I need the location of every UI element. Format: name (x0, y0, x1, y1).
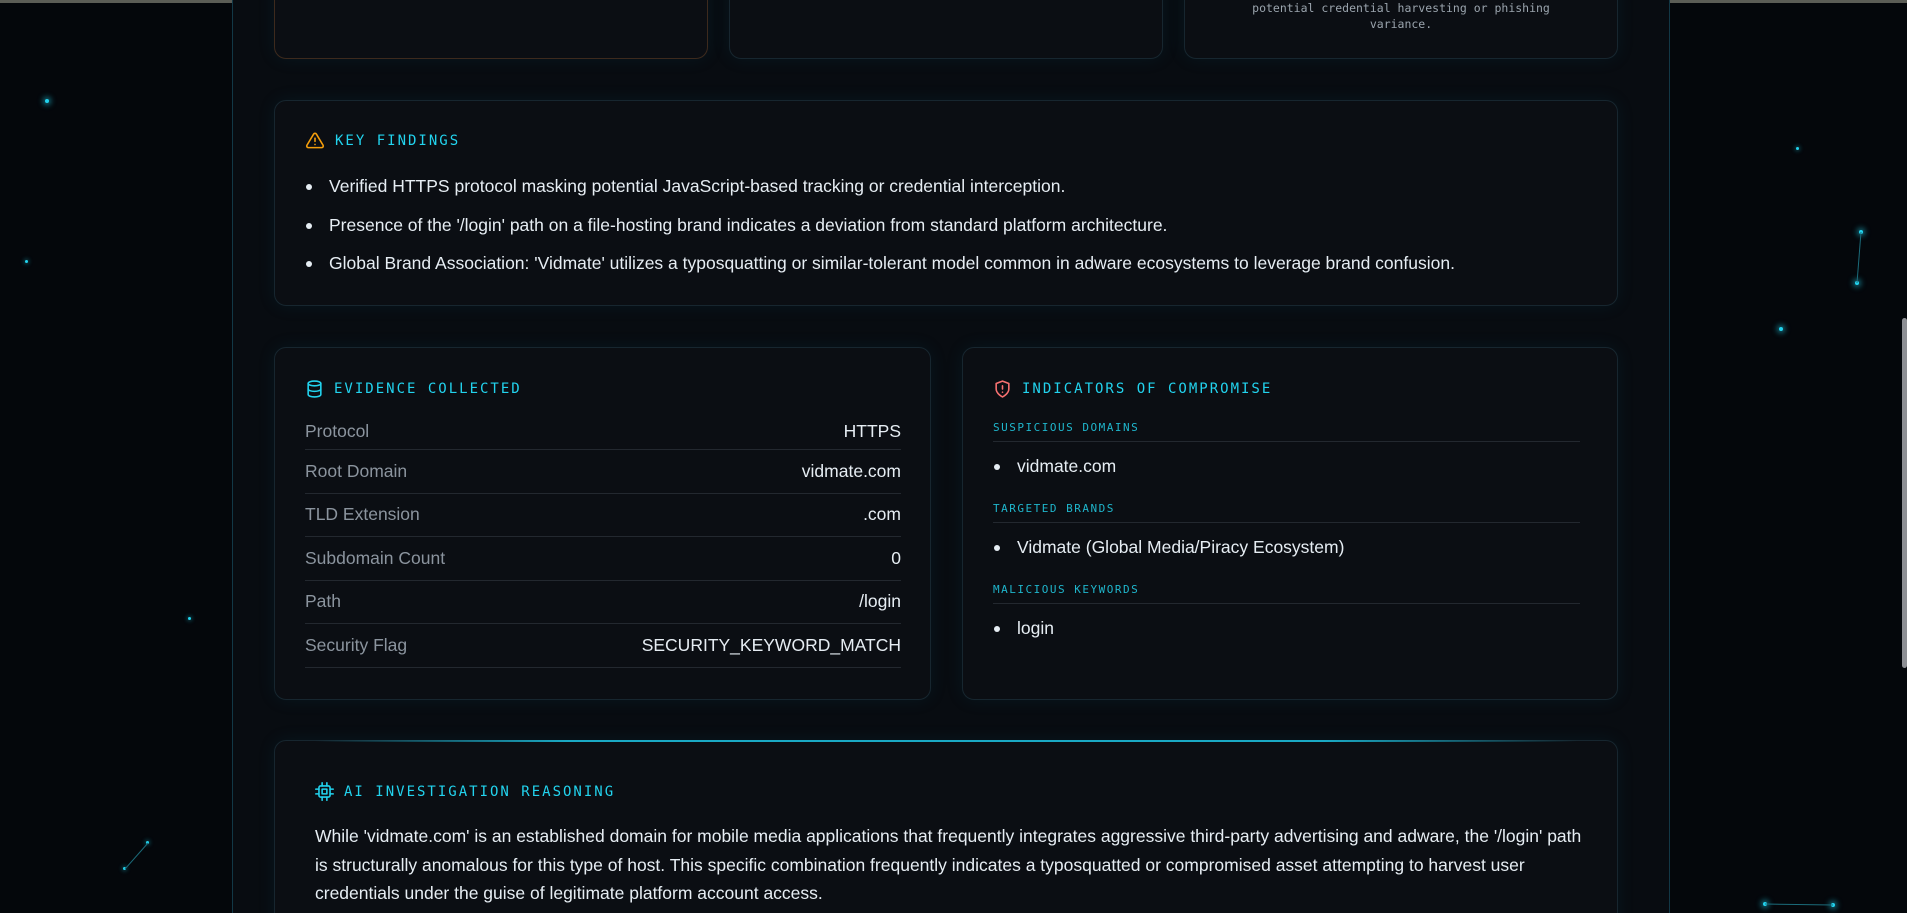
ioc-title: INDICATORS OF COMPROMISE (1022, 381, 1273, 397)
ioc-item: Vidmate (Global Media/Piracy Ecosystem) (993, 536, 1580, 558)
ioc-group-keywords: MALICIOUS KEYWORDS login (993, 583, 1580, 639)
evidence-value: .com (863, 504, 901, 525)
ioc-group-list: Vidmate (Global Media/Piracy Ecosystem) (993, 536, 1580, 558)
evidence-row: Protocol HTTPS (305, 421, 901, 450)
evidence-label: Security Flag (305, 634, 408, 655)
background-star (25, 260, 28, 263)
background-star (123, 867, 126, 870)
key-findings-list: Verified HTTPS protocol masking potentia… (305, 175, 1595, 291)
page-scrollbar[interactable] (1902, 318, 1907, 668)
evidence-header: EVIDENCE COLLECTED (305, 379, 522, 399)
evidence-row: TLD Extension .com (305, 494, 901, 537)
evidence-label: Subdomain Count (305, 547, 446, 568)
background-star (1796, 147, 1799, 150)
ioc-group-heading: SUSPICIOUS DOMAINS (993, 421, 1580, 442)
finding-item: Verified HTTPS protocol masking potentia… (305, 175, 1595, 197)
ioc-group-brands: TARGETED BRANDS Vidmate (Global Media/Pi… (993, 502, 1580, 558)
background-star (1859, 230, 1863, 234)
ai-reasoning-header: AI INVESTIGATION REASONING (315, 782, 615, 801)
finding-item: Presence of the '/login' path on a file-… (305, 214, 1595, 236)
background-star (1855, 281, 1859, 285)
evidence-value: 0 (891, 547, 901, 568)
warning-triangle-icon (305, 132, 325, 149)
evidence-value: SECURITY_KEYWORD_MATCH (641, 634, 901, 655)
shield-alert-icon (995, 380, 1010, 398)
evidence-label: Path (305, 591, 341, 612)
evidence-label: Root Domain (305, 460, 408, 481)
evidence-value: /login (859, 591, 901, 612)
cpu-chip-icon (315, 782, 334, 801)
ioc-item: vidmate.com (993, 455, 1580, 477)
key-findings-header: KEY FINDINGS (305, 131, 460, 150)
evidence-table: Protocol HTTPS Root Domain vidmate.com T… (305, 421, 901, 668)
ioc-group-heading: MALICIOUS KEYWORDS (993, 583, 1580, 604)
evidence-label: TLD Extension (305, 504, 420, 525)
ioc-item: login (993, 617, 1580, 639)
ioc-card: INDICATORS OF COMPROMISE SUSPICIOUS DOMA… (962, 347, 1618, 700)
evidence-label: Protocol (305, 421, 370, 441)
top-stat-card-right: potential credential harvesting or phish… (1184, 0, 1618, 59)
report-container: potential credential harvesting or phish… (232, 0, 1670, 913)
ioc-group-list: login (993, 617, 1580, 639)
evidence-row: Root Domain vidmate.com (305, 450, 901, 494)
ai-reasoning-card: AI INVESTIGATION REASONING While 'vidmat… (274, 740, 1618, 913)
evidence-card: EVIDENCE COLLECTED Protocol HTTPS Root D… (274, 347, 931, 700)
background-star (45, 99, 49, 103)
ai-reasoning-text: While 'vidmate.com' is an established do… (315, 826, 1582, 903)
evidence-row: Subdomain Count 0 (305, 537, 901, 581)
top-card-note: potential credential harvesting or phish… (1252, 1, 1550, 31)
finding-item: Global Brand Association: 'Vidmate' util… (305, 252, 1595, 274)
background-star (1831, 903, 1835, 907)
background-star (146, 841, 149, 844)
evidence-row: Security Flag SECURITY_KEYWORD_MATCH (305, 624, 901, 668)
background-star (1763, 902, 1767, 906)
database-icon (307, 380, 322, 398)
ioc-group-heading: TARGETED BRANDS (993, 502, 1580, 523)
evidence-value: vidmate.com (801, 460, 901, 481)
ioc-group-domains: SUSPICIOUS DOMAINS vidmate.com (993, 421, 1580, 477)
ioc-header: INDICATORS OF COMPROMISE (993, 379, 1272, 399)
top-stat-card-middle (729, 0, 1163, 59)
evidence-title: EVIDENCE COLLECTED (334, 381, 522, 397)
evidence-row: Path /login (305, 581, 901, 624)
background-star (188, 617, 191, 620)
evidence-value: HTTPS (843, 421, 901, 441)
top-stat-card-left (274, 0, 708, 59)
ai-reasoning-title: AI INVESTIGATION REASONING (344, 783, 616, 800)
background-star (1779, 327, 1783, 331)
ioc-group-list: vidmate.com (993, 455, 1580, 477)
key-findings-title: KEY FINDINGS (335, 132, 461, 149)
key-findings-card: KEY FINDINGS Verified HTTPS protocol mas… (274, 100, 1618, 306)
